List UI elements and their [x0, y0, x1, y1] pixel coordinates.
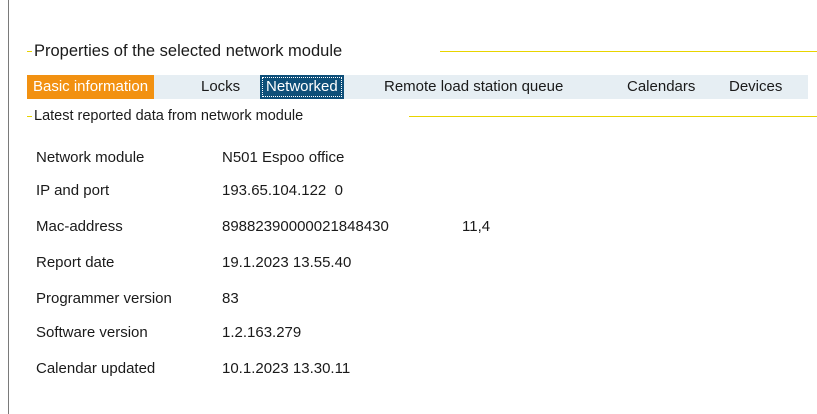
property-label: Network module: [36, 149, 145, 166]
property-value: 89882390000021848430: [222, 218, 389, 235]
tab-locks[interactable]: Locks: [195, 75, 246, 99]
property-value: 19.1.2023 13.55.40: [222, 254, 352, 271]
property-label: Programmer version: [36, 290, 172, 307]
group-title: Properties of the selected network modul…: [34, 41, 343, 60]
property-value: 193.65.104.122 0: [222, 182, 343, 199]
section-header: Latest reported data from network module: [27, 106, 303, 126]
property-label: Report date: [36, 254, 115, 271]
tab-bar: Basic information Locks Networked Remote…: [27, 75, 808, 99]
property-value: N501 Espoo office: [222, 149, 345, 166]
tab-networked[interactable]: Networked: [260, 75, 344, 99]
property-label: Software version: [36, 324, 148, 341]
tab-basic-information[interactable]: Basic information: [27, 75, 155, 99]
panel-border: [8, 0, 9, 414]
group-divider: [440, 51, 817, 52]
property-label: Calendar updated: [36, 360, 156, 377]
tab-devices[interactable]: Devices: [723, 75, 788, 99]
property-value: 83: [222, 290, 239, 307]
properties-panel: Properties of the selected network modul…: [0, 0, 817, 414]
property-label: IP and port: [36, 182, 110, 199]
property-value: 1.2.163.279: [222, 324, 302, 341]
section-header-tick: [27, 115, 32, 117]
section-title: Latest reported data from network module: [34, 108, 304, 124]
property-extra-value: 11,4: [462, 218, 491, 235]
group-header-tick: [27, 50, 32, 52]
property-value: 10.1.2023 13.30.11: [222, 360, 351, 377]
group-header: Properties of the selected network modul…: [27, 40, 342, 62]
section-divider: [409, 116, 817, 117]
property-label: Mac-address: [36, 218, 123, 235]
tab-remote-load-station-queue[interactable]: Remote load station queue: [378, 75, 569, 99]
tab-calendars[interactable]: Calendars: [621, 75, 701, 99]
